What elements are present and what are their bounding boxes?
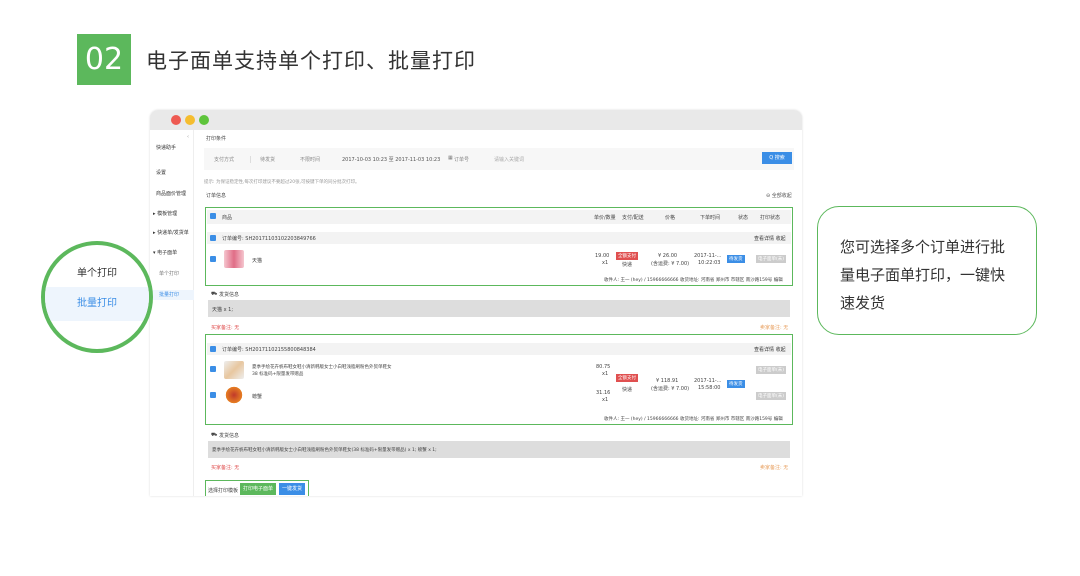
column-print-status: 打印状态 <box>760 215 781 221</box>
order-2-pay-tag: 全额支付 <box>616 374 638 382</box>
orders-title: 订单信息 <box>206 193 227 199</box>
order-1-ship-box <box>208 300 790 317</box>
order-1-time2: 10:22:03 <box>698 260 721 266</box>
order-2-status-badge: 待发货 <box>727 380 745 388</box>
order-2-item-2-checkbox[interactable] <box>210 392 216 398</box>
slide: 02 电子面单支持单个打印、批量打印 快递助手 ‹ 设置 商品面价管理 ▸ 模板… <box>0 0 1080 576</box>
sidebar: 快递助手 ‹ 设置 商品面价管理 ▸ 模板管理 ▸ 快递单/发货单 ▾ 电子面单… <box>150 130 194 496</box>
sidebar-title: 快递助手 <box>156 145 177 151</box>
filter-tip: 提示: 为保证稳定性,每次打印建议不要超过20张,可按键下单的同分批次打印。 <box>204 180 360 185</box>
one-click-ship-button[interactable]: 一键发货 <box>279 483 306 495</box>
product-thumbnail <box>224 361 244 379</box>
maximize-icon[interactable] <box>199 115 209 125</box>
order-2-ship: 快递 <box>622 387 633 393</box>
callout-box: 您可选择多个订单进行批量电子面单打印，一键快速发货 <box>817 206 1037 335</box>
order-1-ship-label: 发货信息 <box>219 292 240 298</box>
order-2-checkbox[interactable] <box>210 346 216 352</box>
filter-orderno-select[interactable]: 订单号 <box>450 156 469 163</box>
order-1-address: 收件人: 王一 (hey) / 15966666666 收货地址: 河南省 郑州… <box>604 278 783 283</box>
order-1-pay-tag: 全额支付 <box>616 252 638 260</box>
minimize-icon[interactable] <box>185 115 195 125</box>
sidebar-item-ewaybill[interactable]: ▾ 电子面单 <box>153 249 177 256</box>
order-1-checkbox[interactable] <box>210 235 216 241</box>
order-2-ship-info: 夏季手绘花卉帆布鞋女鞋小清新韩版女士小白鞋浅脂刷粉色外贸单鞋女(38 标准码+限… <box>212 448 437 453</box>
date-range-input[interactable]: 2017-10-03 10:23 至 2017-11-03 10:23 <box>342 156 440 163</box>
order-1-item-checkbox[interactable] <box>210 256 216 262</box>
zoom-single-print[interactable]: 单个打印 <box>45 264 149 279</box>
order-2-item-1-qty: x1 <box>602 371 609 377</box>
sidebar-item-single-print[interactable]: 单个打印 <box>159 270 179 277</box>
order-1-status-badge: 待发货 <box>727 255 745 263</box>
column-status: 状态 <box>738 215 749 221</box>
order-2-item-1-name: 夏季手绘花卉帆布鞋女鞋小清新韩版女士小白鞋浅脂刷粉色外贸单鞋女 <box>252 365 392 370</box>
keyword-input[interactable]: 请输入关键词 <box>494 156 524 163</box>
sidebar-item-settings[interactable]: 设置 <box>156 169 166 176</box>
column-pay-ship: 支付/配送 <box>622 215 644 221</box>
select-all-checkbox[interactable] <box>210 213 216 219</box>
app-window: 快递助手 ‹ 设置 商品面价管理 ▸ 模板管理 ▸ 快递单/发货单 ▾ 电子面单… <box>150 110 802 496</box>
order-2-total: ¥ 118.91 <box>656 378 679 384</box>
product-thumbnail <box>224 250 244 268</box>
column-time: 下单时间 <box>700 215 721 221</box>
order-2-item-1-spec: 38 标准码+限量发带赠品 <box>252 372 304 377</box>
order-2-number: 订单编号: SH20171102155800848384 <box>222 347 316 353</box>
order-1-actions[interactable]: 查看详情 收起 <box>754 235 786 242</box>
order-1-print-status[interactable]: 电子面单(未) <box>756 255 787 263</box>
filter-pay-select[interactable]: 支付方式 <box>214 156 252 163</box>
collapse-icon[interactable]: ‹ <box>187 134 189 140</box>
ship-info-icon: ⛟ <box>211 291 218 297</box>
order-1-total: ¥ 26.00 <box>658 253 678 259</box>
window-titlebar <box>150 110 802 130</box>
order-2-seller-note: 卖家备注: 无 <box>760 465 789 471</box>
order-2-item-2-name: 螃蟹 <box>252 394 263 400</box>
order-2-actions[interactable]: 查看详情 收起 <box>754 346 786 353</box>
main-panel: 打印条件 支付方式 待发货 不限时间 2017-10-03 10:23 至 20… <box>202 130 800 496</box>
sidebar-item-batch-print[interactable]: 批量打印 <box>150 290 194 300</box>
column-price: 价格 <box>665 215 676 221</box>
sidebar-item-express[interactable]: ▸ 快递单/发货单 <box>153 229 189 236</box>
filter-time-select[interactable]: 不限时间 <box>300 156 320 163</box>
order-1-item-name: 天猫 <box>252 258 263 264</box>
column-unit-qty: 单价/数量 <box>594 215 616 221</box>
print-ewaybill-button[interactable]: 打印电子面单 <box>240 483 277 495</box>
order-1-buyer-note: 买家备注: 无 <box>211 325 240 331</box>
order-1-ship-info: 天猫 x 1; <box>212 307 234 313</box>
order-2-time2: 15:58:00 <box>698 385 721 391</box>
order-2-item-1-checkbox[interactable] <box>210 366 216 372</box>
order-2-time: 2017-11-... <box>694 378 722 384</box>
filter-status-select[interactable]: 待发货 <box>260 156 275 163</box>
product-thumbnail <box>224 386 244 404</box>
order-2-item-1-price: 80.75 <box>596 364 611 370</box>
order-1-number: 订单编号: SH20171103102203849766 <box>222 236 316 242</box>
callout-text: 您可选择多个订单进行批量电子面单打印，一键快速发货 <box>840 238 1006 312</box>
order-1-total-note: (含运费: ¥ 7.00) <box>651 261 690 267</box>
template-label: 选择打印模板 <box>208 488 239 494</box>
order-2-item-1-print-status[interactable]: 电子面单(未) <box>756 366 787 374</box>
order-2-buyer-note: 买家备注: 无 <box>211 465 240 471</box>
order-1-ship: 快递 <box>622 262 633 268</box>
collapse-all-button[interactable]: ⊖ 全部收起 <box>766 192 792 199</box>
close-icon[interactable] <box>171 115 181 125</box>
filter-title: 打印条件 <box>206 136 227 142</box>
column-item: 商品 <box>222 215 233 221</box>
order-2-item-2-qty: x1 <box>602 397 609 403</box>
order-1-item-qty: x1 <box>602 260 609 266</box>
zoom-batch-print[interactable]: 批量打印 <box>45 287 149 321</box>
order-2-ship-label: 发货信息 <box>219 433 240 439</box>
order-2-item-2-price: 31.16 <box>596 390 611 396</box>
step-number-badge: 02 <box>77 34 131 85</box>
zoom-circle: 单个打印 批量打印 <box>41 241 153 353</box>
order-1-time: 2017-11-... <box>694 253 722 259</box>
slide-heading: 电子面单支持单个打印、批量打印 <box>146 49 476 73</box>
order-2-item-2-print-status[interactable]: 电子面单(未) <box>756 392 787 400</box>
search-button[interactable]: Q 搜索 <box>762 152 792 164</box>
order-1-item-price: 19.00 <box>595 253 610 259</box>
order-1-seller-note: 卖家备注: 无 <box>760 325 789 331</box>
ship-info-icon: ⛟ <box>211 432 218 438</box>
sidebar-item-templates[interactable]: ▸ 模板管理 <box>153 210 177 217</box>
order-2-address: 收件人: 王一 (hey) / 15966666666 收货地址: 河南省 郑州… <box>604 417 783 422</box>
sidebar-item-price[interactable]: 商品面价管理 <box>156 190 186 197</box>
order-2-total-note: (含运费: ¥ 7.00) <box>651 386 690 392</box>
